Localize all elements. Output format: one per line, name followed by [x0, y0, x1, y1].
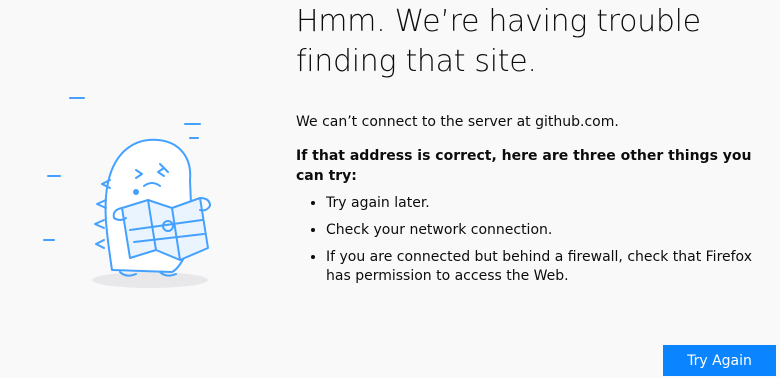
suggestion-item: Check your network connection. — [326, 221, 776, 240]
suggestion-item: If you are connected but behind a firewa… — [326, 248, 776, 286]
try-again-button[interactable]: Try Again — [663, 345, 776, 376]
suggestion-item: Try again later. — [326, 194, 776, 213]
suggestions-list: Try again later. Check your network conn… — [296, 194, 776, 286]
confused-dinosaur-with-map-icon — [43, 97, 211, 288]
error-message: We can’t connect to the server at github… — [296, 114, 619, 130]
page-title: Hmm. We’re having trouble finding that s… — [296, 4, 701, 79]
error-content: Hmm. We’re having trouble finding that s… — [296, 0, 776, 294]
suggestions-heading: If that address is correct, here are thr… — [296, 148, 752, 184]
error-page: Hmm. We’re having trouble finding that s… — [0, 0, 780, 378]
